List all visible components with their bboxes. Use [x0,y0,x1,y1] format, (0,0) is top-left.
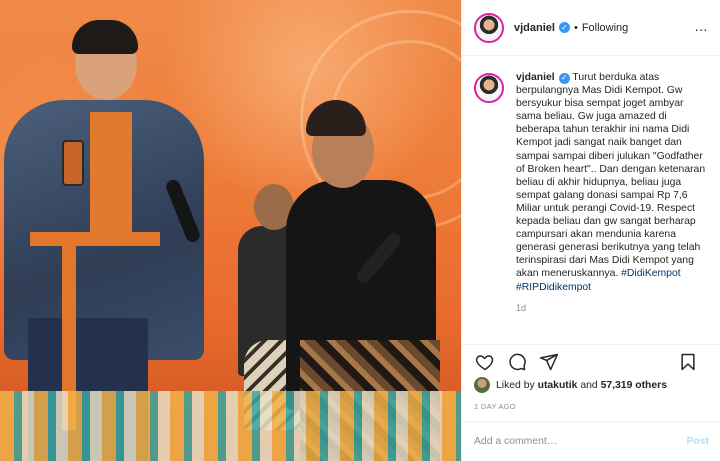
avatar[interactable] [474,73,504,103]
header-username[interactable]: vjdaniel [514,22,555,34]
likes-connector: and [580,379,598,391]
comment-bubble-icon[interactable] [506,351,528,373]
likes-prefix: Liked by [496,379,535,391]
add-comment-bar: Post [462,421,720,461]
stage-floor [0,391,461,461]
share-send-icon[interactable] [538,351,560,373]
liker-avatar[interactable] [474,377,490,393]
like-heart-icon[interactable] [474,351,496,373]
caption-username[interactable]: vjdaniel [516,72,555,83]
post-photo[interactable] [0,0,461,461]
hashtag-link[interactable]: #DidiKempot [621,268,681,279]
more-options-icon[interactable]: … [694,18,709,34]
separator-dot: • [573,21,578,34]
caption-timestamp[interactable]: 1d [516,302,709,315]
following-button[interactable]: Following [582,22,628,34]
avatar[interactable] [474,12,504,43]
post-side-panel: vjdaniel ✓ • Following … vjdaniel ✓ Turut… [461,0,720,461]
comments-section: vjdaniel ✓ Turut berduka atas berpulangny… [462,57,720,344]
post-date[interactable]: 1 DAY AGO [474,402,516,411]
likes-count[interactable]: 57,319 others [601,380,667,391]
caption: vjdaniel ✓ Turut berduka atas berpulangny… [474,71,709,315]
comment-input[interactable] [474,436,687,447]
verified-icon: ✓ [558,72,570,84]
instagram-post: vjdaniel ✓ • Following … vjdaniel ✓ Turut… [0,0,720,461]
caption-body: vjdaniel ✓ Turut berduka atas berpulangny… [516,71,709,315]
post-comment-button[interactable]: Post [686,436,709,447]
likes-summary: Liked by utakutik and 57,319 others [474,377,667,393]
caption-text: Turut berduka atas berpulangnya Mas Didi… [516,72,706,280]
action-bar [462,344,720,378]
verified-icon: ✓ [558,22,570,33]
post-header: vjdaniel ✓ • Following … [462,0,720,56]
bookmark-icon[interactable] [677,351,699,373]
hashtag-link[interactable]: #RIPDidikempot [516,282,591,293]
liker-username[interactable]: utakutik [538,380,578,391]
